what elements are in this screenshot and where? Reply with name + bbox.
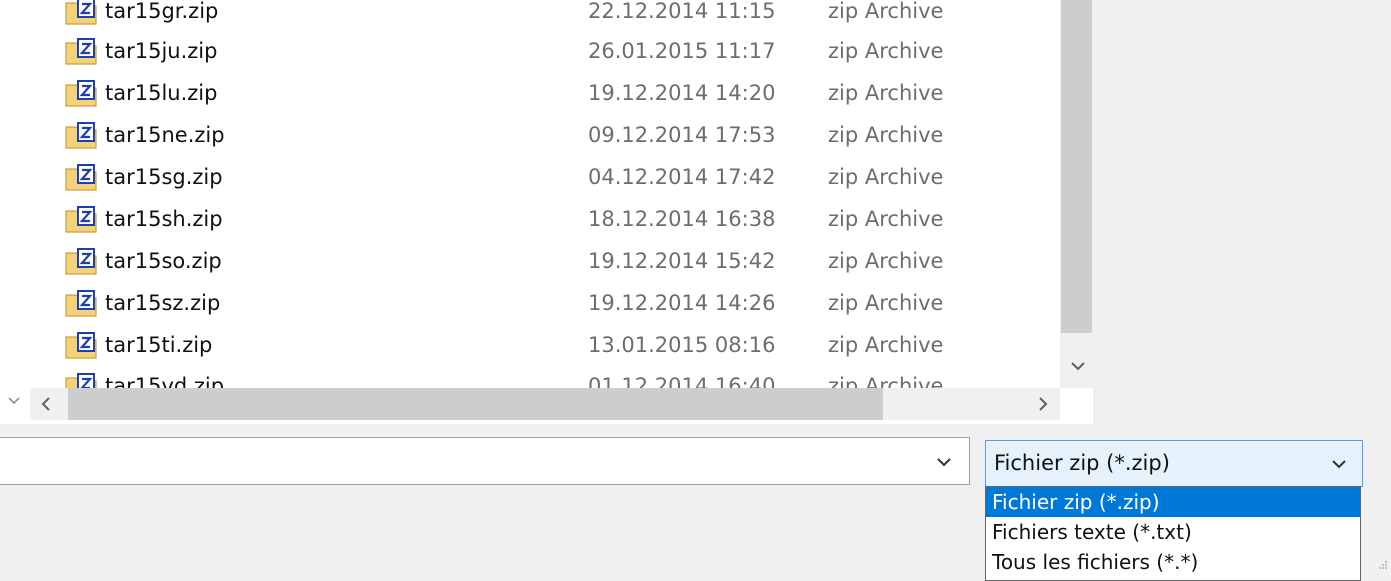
file-row-7[interactable]: tar15sz.zip 19.12.2014 14:26 zip Archive bbox=[0, 282, 1060, 324]
file-list-pane: tar15gr.zip 22.12.2014 11:15 zip Archive… bbox=[0, 0, 1093, 424]
file-row-4[interactable]: tar15sg.zip 04.12.2014 17:42 zip Archive bbox=[0, 156, 1060, 198]
file-name: tar15sg.zip bbox=[105, 165, 223, 189]
chevron-down-icon[interactable] bbox=[1068, 356, 1088, 376]
file-row-3[interactable]: tar15ne.zip 09.12.2014 17:53 zip Archive bbox=[0, 114, 1060, 156]
file-name: tar15so.zip bbox=[105, 249, 222, 273]
file-name: tar15sz.zip bbox=[105, 291, 221, 315]
chevron-down-icon bbox=[8, 397, 20, 405]
file-type: zip Archive bbox=[828, 123, 944, 147]
file-row-5[interactable]: tar15sh.zip 18.12.2014 16:38 zip Archive bbox=[0, 198, 1060, 240]
file-name: tar15ju.zip bbox=[105, 39, 218, 63]
zip-archive-icon bbox=[65, 290, 97, 317]
chevron-left-icon[interactable] bbox=[36, 394, 56, 414]
filename-input[interactable] bbox=[0, 437, 970, 485]
vertical-scrollbar[interactable] bbox=[1060, 0, 1093, 388]
file-name: tar15lu.zip bbox=[105, 81, 218, 105]
file-name: tar15sh.zip bbox=[105, 207, 223, 231]
file-date: 19.12.2014 14:26 bbox=[588, 291, 776, 315]
file-type: zip Archive bbox=[828, 249, 944, 273]
file-type-option-txt[interactable]: Fichiers texte (*.txt) bbox=[986, 517, 1360, 547]
zip-archive-icon bbox=[65, 164, 97, 191]
file-row-1[interactable]: tar15ju.zip 26.01.2015 11:17 zip Archive bbox=[0, 30, 1060, 72]
file-type-option-all[interactable]: Tous les fichiers (*.*) bbox=[986, 547, 1360, 577]
vertical-scroll-thumb[interactable] bbox=[1061, 0, 1092, 333]
file-type: zip Archive bbox=[828, 0, 944, 23]
zip-archive-icon bbox=[65, 332, 97, 359]
file-type-select[interactable]: Fichier zip (*.zip) bbox=[985, 440, 1363, 487]
chevron-down-icon[interactable] bbox=[935, 453, 953, 471]
file-date: 09.12.2014 17:53 bbox=[588, 123, 776, 147]
file-type: zip Archive bbox=[828, 165, 944, 189]
file-date: 19.12.2014 14:20 bbox=[588, 81, 776, 105]
file-row-8[interactable]: tar15ti.zip 13.01.2015 08:16 zip Archive bbox=[0, 324, 1060, 366]
horizontal-scroll-thumb[interactable] bbox=[68, 388, 883, 420]
zip-archive-icon bbox=[65, 38, 97, 65]
file-row-0[interactable]: tar15gr.zip 22.12.2014 11:15 zip Archive bbox=[0, 0, 1060, 32]
file-date: 04.12.2014 17:42 bbox=[588, 165, 776, 189]
chevron-down-icon[interactable] bbox=[1330, 455, 1348, 473]
file-type: zip Archive bbox=[828, 333, 944, 357]
file-date: 26.01.2015 11:17 bbox=[588, 39, 776, 63]
file-row-6[interactable]: tar15so.zip 19.12.2014 15:42 zip Archive bbox=[0, 240, 1060, 282]
file-type-option-zip[interactable]: Fichier zip (*.zip) bbox=[986, 487, 1360, 517]
file-type-selected-value: Fichier zip (*.zip) bbox=[994, 451, 1170, 475]
file-date: 19.12.2014 15:42 bbox=[588, 249, 776, 273]
file-date: 13.01.2015 08:16 bbox=[588, 333, 776, 357]
zip-archive-icon bbox=[65, 80, 97, 107]
file-name: tar15ti.zip bbox=[105, 333, 213, 357]
file-name: tar15ne.zip bbox=[105, 123, 225, 147]
file-type: zip Archive bbox=[828, 207, 944, 231]
resize-grip-icon[interactable] bbox=[1378, 560, 1388, 570]
file-date: 22.12.2014 11:15 bbox=[588, 0, 776, 23]
zip-archive-icon bbox=[65, 122, 97, 149]
chevron-right-icon[interactable] bbox=[1033, 394, 1053, 414]
horizontal-scrollbar[interactable] bbox=[30, 388, 1060, 420]
file-type: zip Archive bbox=[828, 291, 944, 315]
file-type: zip Archive bbox=[828, 39, 944, 63]
file-type: zip Archive bbox=[828, 81, 944, 105]
zip-archive-icon bbox=[65, 206, 97, 233]
file-row-2[interactable]: tar15lu.zip 19.12.2014 14:20 zip Archive bbox=[0, 72, 1060, 114]
zip-archive-icon bbox=[65, 248, 97, 275]
file-type-dropdown-list: Fichier zip (*.zip) Fichiers texte (*.tx… bbox=[985, 486, 1361, 581]
zip-archive-icon bbox=[65, 0, 97, 25]
file-name: tar15gr.zip bbox=[105, 0, 219, 23]
file-date: 18.12.2014 16:38 bbox=[588, 207, 776, 231]
